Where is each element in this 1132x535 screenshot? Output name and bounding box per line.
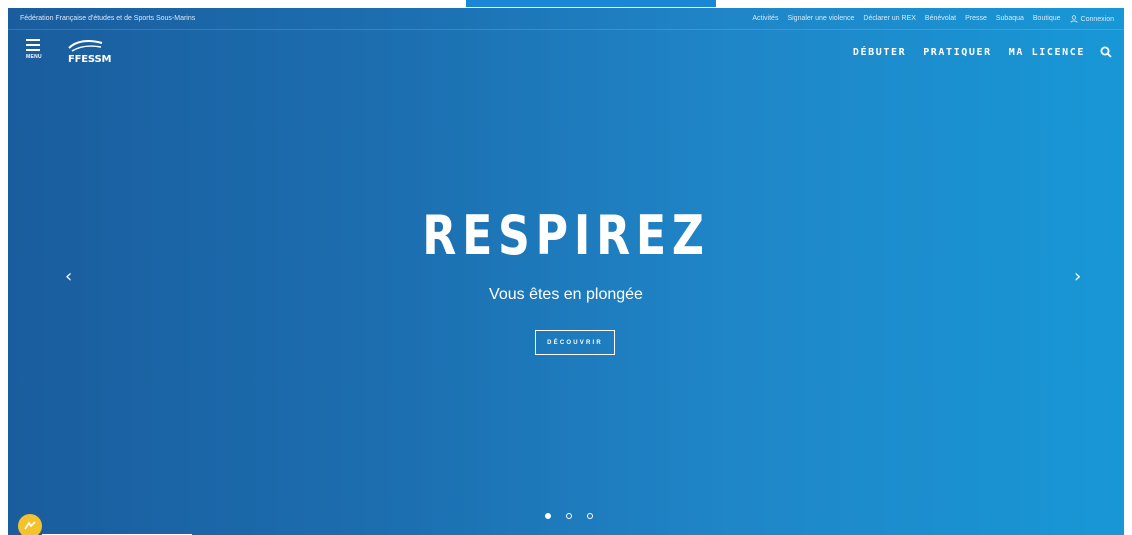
discover-button[interactable]: DÉCOUVRIR	[535, 330, 615, 355]
utility-bar: Fédération Française d'études et de Spor…	[8, 8, 1124, 30]
hero-subtitle: Vous êtes en plongée	[489, 286, 643, 303]
highlighted-link-fragment	[466, 0, 716, 7]
carousel-next-chevron-icon[interactable]: ›	[1074, 266, 1081, 287]
utility-link-benevolat[interactable]: Bénévolat	[925, 15, 956, 23]
nav-pratiquer[interactable]: PRATIQUER	[923, 47, 992, 58]
login-label: Connexion	[1080, 15, 1114, 23]
nav-ma-licence[interactable]: MA LICENCE	[1009, 47, 1085, 58]
main-header: MENU FFESSM DÉBUTER PRATIQUER MA LICENCE	[8, 30, 1124, 75]
ffessm-logo[interactable]: FFESSM	[68, 38, 112, 70]
nav-debuter[interactable]: DÉBUTER	[853, 47, 906, 58]
menu-button[interactable]: MENU	[26, 39, 42, 65]
website-viewport: Fédération Française d'études et de Spor…	[8, 8, 1124, 535]
hamburger-icon-line	[26, 44, 40, 46]
chat-widget-button[interactable]	[18, 514, 42, 535]
login-link[interactable]: Connexion	[1069, 15, 1114, 23]
utility-link-boutique[interactable]: Boutique	[1033, 15, 1061, 23]
browser-top-fragment	[0, 0, 1132, 8]
hamburger-icon	[26, 39, 40, 41]
search-icon[interactable]	[1100, 46, 1112, 58]
chat-icon	[24, 521, 36, 530]
carousel-dot-3[interactable]	[587, 513, 593, 519]
user-icon	[1069, 15, 1078, 23]
utility-link-rex[interactable]: Déclarer un REX	[863, 15, 916, 23]
menu-label: MENU	[26, 54, 42, 60]
utility-link-presse[interactable]: Presse	[965, 15, 987, 23]
utility-link-activites[interactable]: Activités	[752, 15, 778, 23]
hamburger-icon-line	[26, 49, 40, 51]
wave-logo-icon	[68, 39, 103, 52]
carousel-dots	[545, 513, 593, 519]
logo-text: FFESSM	[68, 54, 112, 65]
organization-name: Fédération Française d'études et de Spor…	[20, 15, 196, 22]
utility-link-signaler[interactable]: Signaler une violence	[787, 15, 854, 23]
main-nav: DÉBUTER PRATIQUER MA LICENCE	[853, 46, 1112, 58]
utility-link-subaqua[interactable]: Subaqua	[996, 15, 1024, 23]
carousel-prev-chevron-icon[interactable]: ‹	[65, 266, 72, 287]
carousel-dot-2[interactable]	[566, 513, 572, 519]
utility-links: Activités Signaler une violence Déclarer…	[752, 15, 1114, 23]
carousel-dot-1[interactable]	[545, 513, 551, 519]
hero-title: RESPIREZ	[422, 204, 710, 267]
